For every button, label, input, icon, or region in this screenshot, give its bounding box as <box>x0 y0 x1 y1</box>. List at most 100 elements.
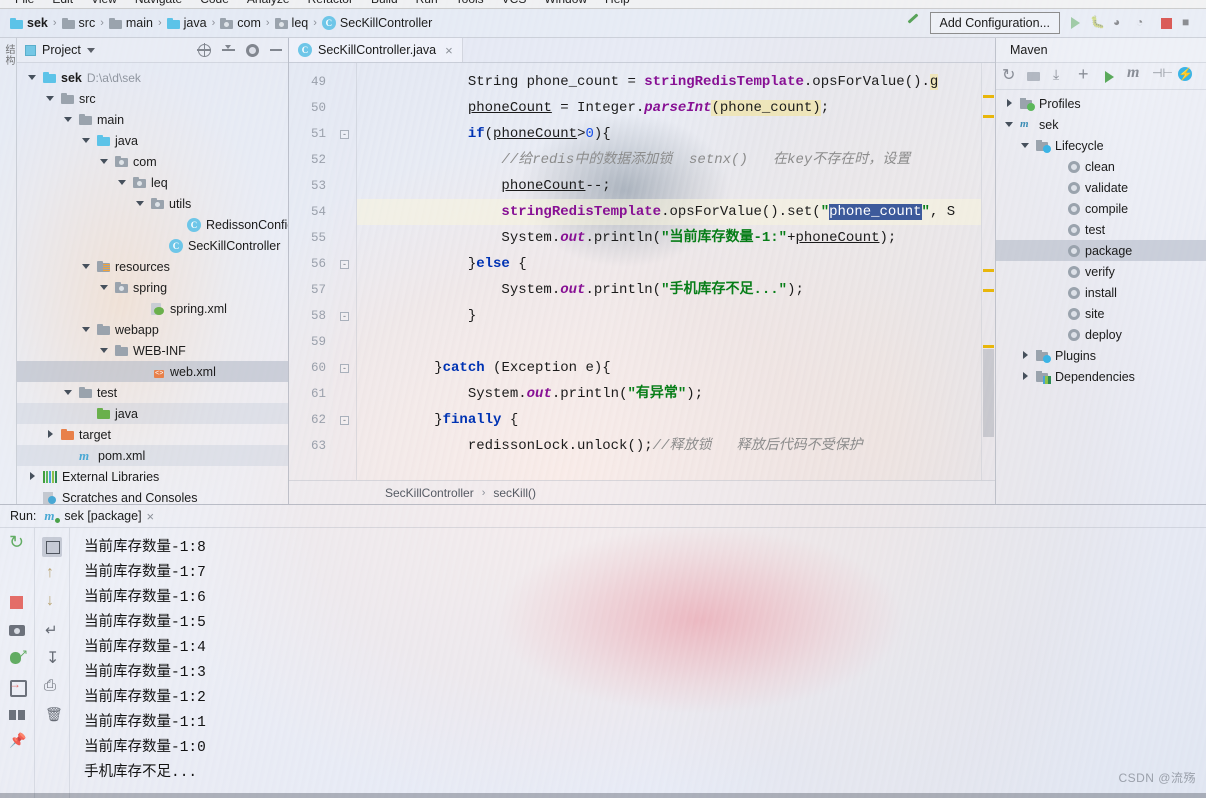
error-stripe-marker-gutter[interactable] <box>981 63 995 480</box>
project-tree-item-sek[interactable]: sek D:\a\d\sek <box>17 67 288 88</box>
maven-tree-item-deploy[interactable]: deploy <box>996 324 1206 345</box>
project-tree-item-web-xml[interactable]: web.xml <box>17 361 288 382</box>
skip-tests-icon[interactable] <box>1152 69 1167 84</box>
code-text[interactable]: String phone_count = stringRedisTemplate… <box>357 63 981 480</box>
toggle-offline-icon[interactable] <box>1177 69 1192 84</box>
run-icon[interactable] <box>1067 15 1083 31</box>
project-tree-item-spring[interactable]: spring <box>17 277 288 298</box>
maven-tree-item-sek[interactable]: m sek <box>996 114 1206 135</box>
stop-icon[interactable] <box>1159 15 1175 31</box>
menu-item-code[interactable]: Code <box>191 0 238 5</box>
navbar-crumb-seckillcontroller[interactable]: C SecKillController <box>320 16 434 30</box>
menu-item-refactor[interactable]: Refactor <box>299 0 362 5</box>
add-managed-project-icon[interactable] <box>1027 69 1042 84</box>
maven-tree-item-verify[interactable]: verify <box>996 261 1206 282</box>
menu-item-build[interactable]: Build <box>362 0 407 5</box>
editor-tab-seckillcontroller[interactable]: C SecKillController.java × <box>289 38 463 62</box>
maven-tree-item-site[interactable]: site <box>996 303 1206 324</box>
code-line[interactable]: //给redis中的数据添加锁 setnx() 在key不存在时，设置 <box>357 147 981 173</box>
collapse-all-icon[interactable] <box>222 44 235 57</box>
code-line[interactable] <box>357 329 981 355</box>
maven-tree-item-dependencies[interactable]: Dependencies <box>996 366 1206 387</box>
navbar-crumb-src[interactable]: src <box>60 16 98 30</box>
chevron-down-icon[interactable] <box>81 261 92 272</box>
code-line[interactable]: }else { <box>357 251 981 277</box>
project-tree-item-web-inf[interactable]: WEB-INF <box>17 340 288 361</box>
warning-marker[interactable] <box>983 115 994 118</box>
project-tree-item-test[interactable]: test <box>17 382 288 403</box>
chevron-down-icon[interactable] <box>81 135 92 146</box>
debug-icon[interactable]: 🐛 <box>1090 15 1106 31</box>
project-tree-item-external-libraries[interactable]: External Libraries <box>17 466 288 487</box>
console-output[interactable]: 当前库存数量-1:8 当前库存数量-1:7 当前库存数量-1:6 当前库存数量-1:5… <box>70 528 1206 798</box>
project-tree-item-utils[interactable]: utils <box>17 193 288 214</box>
soft-wrap-icon[interactable] <box>43 623 61 641</box>
code-line[interactable]: if(phoneCount>0){ <box>357 121 981 147</box>
gear-icon[interactable] <box>246 44 259 57</box>
reload-icon[interactable] <box>1002 69 1017 84</box>
maven-tree-item-plugins[interactable]: Plugins <box>996 345 1206 366</box>
fold-collapse-icon[interactable]: - <box>340 312 349 321</box>
breadcrumb-class[interactable]: SecKillController <box>385 486 474 500</box>
execute-goal-icon[interactable] <box>1102 69 1117 84</box>
chevron-right-icon[interactable] <box>27 471 38 482</box>
chevron-right-icon[interactable] <box>1020 371 1031 382</box>
project-tree-item-redissonconfig[interactable]: C RedissonConfig <box>17 214 288 235</box>
close-icon[interactable]: × <box>445 43 453 58</box>
fold-collapse-icon[interactable]: - <box>340 260 349 269</box>
warning-marker[interactable] <box>983 269 994 272</box>
project-tree-item-scratches-and-consoles[interactable]: Scratches and Consoles <box>17 487 288 504</box>
run-tab-sek-package[interactable]: m sek [package] × <box>44 509 154 524</box>
debug-icon[interactable] <box>8 649 26 667</box>
chevron-down-icon[interactable] <box>45 93 56 104</box>
add-configuration-button[interactable]: Add Configuration... <box>930 12 1061 34</box>
project-tree-item-seckillcontroller[interactable]: C SecKillController <box>17 235 288 256</box>
code-line[interactable]: System.out.println("有异常"); <box>357 381 981 407</box>
profile-icon[interactable]: ◔ <box>1136 15 1152 31</box>
maven-tree-item-validate[interactable]: validate <box>996 177 1206 198</box>
menu-item-view[interactable]: View <box>82 0 126 5</box>
maven-tree-item-test[interactable]: test <box>996 219 1206 240</box>
project-tree-item-src[interactable]: src <box>17 88 288 109</box>
chevron-down-icon[interactable] <box>27 72 38 83</box>
fold-collapse-icon[interactable]: - <box>340 364 349 373</box>
maven-tree-item-clean[interactable]: clean <box>996 156 1206 177</box>
up-icon[interactable] <box>43 567 61 585</box>
exit-icon[interactable] <box>8 677 26 695</box>
project-tree-item-pom-xml[interactable]: m pom.xml <box>17 445 288 466</box>
fold-collapse-icon[interactable]: - <box>340 416 349 425</box>
chevron-right-icon[interactable] <box>45 429 56 440</box>
menu-item-vcs[interactable]: VCS <box>493 0 536 5</box>
navbar-crumb-com[interactable]: com <box>218 16 263 30</box>
chevron-down-icon[interactable] <box>99 282 110 293</box>
maven-tree-item-lifecycle[interactable]: Lifecycle <box>996 135 1206 156</box>
navbar-crumb-main[interactable]: main <box>107 16 155 30</box>
navbar-crumb-java[interactable]: java <box>165 16 209 30</box>
code-line[interactable]: phoneCount = Integer.parseInt(phone_coun… <box>357 95 981 121</box>
build-wrench-icon[interactable] <box>905 15 923 31</box>
project-tree-item-resources[interactable]: resources <box>17 256 288 277</box>
code-line[interactable]: }finally { <box>357 407 981 433</box>
project-tree-item-java[interactable]: java <box>17 130 288 151</box>
code-line[interactable]: System.out.println("当前库存数量-1:"+phoneCoun… <box>357 225 981 251</box>
menu-item-edit[interactable]: Edit <box>43 0 82 5</box>
rerun-failed-icon[interactable] <box>8 565 26 583</box>
project-tree-item-java[interactable]: java <box>17 403 288 424</box>
code-line[interactable]: stringRedisTemplate.opsForValue().set("p… <box>357 199 981 225</box>
maven-tree-item-install[interactable]: install <box>996 282 1206 303</box>
project-tree-item-com[interactable]: com <box>17 151 288 172</box>
fold-collapse-icon[interactable]: - <box>340 130 349 139</box>
chevron-down-icon[interactable] <box>87 48 95 53</box>
menu-item-window[interactable]: Window <box>535 0 596 5</box>
menu-item-analyze[interactable]: Analyze <box>238 0 299 5</box>
scroll-to-end-icon[interactable] <box>42 537 62 557</box>
layout-icon[interactable] <box>8 705 26 723</box>
chevron-down-icon[interactable] <box>99 156 110 167</box>
download-sources-icon[interactable] <box>1052 69 1067 84</box>
chevron-down-icon[interactable] <box>135 198 146 209</box>
breadcrumb-method[interactable]: secKill() <box>493 486 536 500</box>
code-folding-gutter[interactable]: - - - - - <box>333 63 357 480</box>
chevron-right-icon[interactable] <box>1020 350 1031 361</box>
menu-item-run[interactable]: Run <box>407 0 447 5</box>
code-line[interactable]: phoneCount--; <box>357 173 981 199</box>
